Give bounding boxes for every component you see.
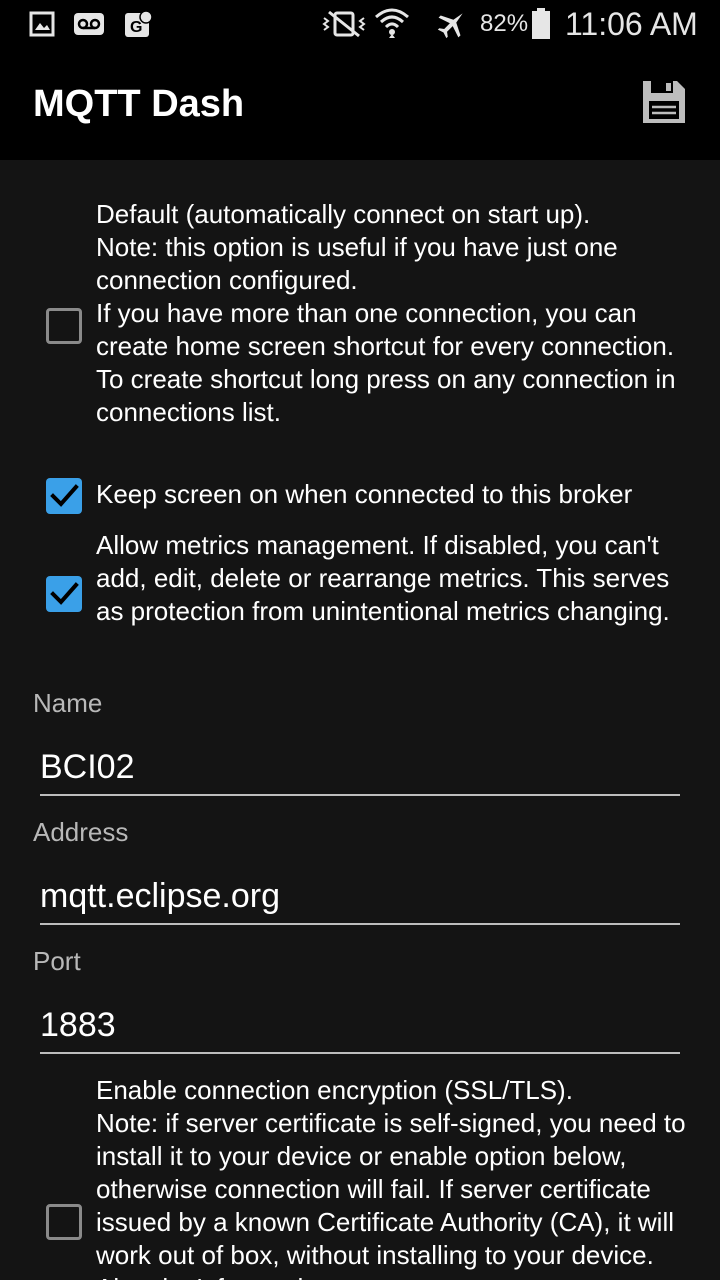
svg-text:G: G <box>130 19 142 36</box>
name-value: BCI02 <box>40 748 135 786</box>
connection-settings-form[interactable]: Default (automatically connect on start … <box>0 160 720 1280</box>
wifi-icon <box>372 8 412 40</box>
default-connection-checkbox[interactable] <box>46 308 82 344</box>
default-connection-option: Default (automatically connect on start … <box>0 198 720 464</box>
keep-screen-on-option: Keep screen on when connected to this br… <box>0 478 720 514</box>
address-label: Address <box>33 817 129 847</box>
name-field[interactable]: BCI02 <box>40 744 680 796</box>
keep-screen-on-checkbox[interactable] <box>46 478 82 514</box>
port-label: Port <box>33 946 81 976</box>
address-value: mqtt.eclipse.org <box>40 877 280 915</box>
status-clock: 11:06 AM <box>565 6 698 42</box>
address-field[interactable]: mqtt.eclipse.org <box>40 873 680 925</box>
battery-icon <box>530 8 552 40</box>
airplane-mode-icon <box>434 8 470 40</box>
app-title: MQTT Dash <box>33 83 245 125</box>
maps-icon: G <box>122 8 154 40</box>
port-value: 1883 <box>40 1006 116 1044</box>
encryption-option: Enable connection encryption (SSL/TLS). … <box>0 1074 720 1280</box>
metrics-management-description: Allow metrics management. If disabled, y… <box>96 530 670 626</box>
voicemail-icon <box>72 8 106 40</box>
app-bar: MQTT Dash <box>0 50 720 160</box>
encryption-checkbox[interactable] <box>46 1204 82 1240</box>
save-button[interactable] <box>636 76 692 132</box>
floppy-disk-icon <box>641 79 687 130</box>
metrics-management-option: Allow metrics management. If disabled, y… <box>0 529 720 663</box>
encryption-description: Enable connection encryption (SSL/TLS). … <box>96 1075 686 1280</box>
default-connection-description: Default (automatically connect on start … <box>96 199 676 427</box>
vibrate-off-icon <box>320 8 368 40</box>
metrics-management-checkbox[interactable] <box>46 576 82 612</box>
port-field[interactable]: 1883 <box>40 1002 680 1054</box>
battery-percentage: 82% <box>480 10 529 37</box>
name-label: Name <box>33 688 103 718</box>
status-bar: G 82% 11:06 AM <box>0 0 720 50</box>
gallery-icon <box>28 8 56 40</box>
keep-screen-on-label: Keep screen on when connected to this br… <box>96 479 633 509</box>
